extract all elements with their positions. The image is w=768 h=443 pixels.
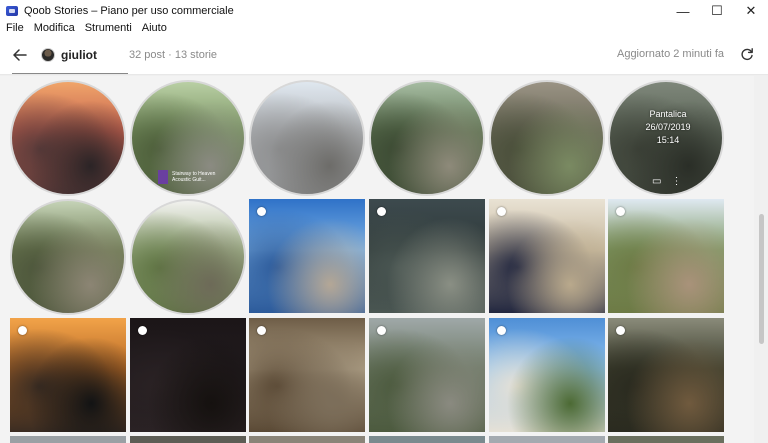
post-thumbnail[interactable] [130,436,246,443]
minimize-button[interactable]: — [666,0,700,22]
post-thumbnail[interactable] [249,318,365,432]
avatar [41,48,55,62]
menu-file[interactable]: File [0,22,29,34]
menu-tools[interactable]: Strumenti [80,22,137,34]
select-indicator[interactable] [497,207,506,216]
select-indicator[interactable] [257,207,266,216]
last-updated: Aggiornato 2 minuti fa [616,48,724,60]
post-thumbnail[interactable] [369,318,485,432]
location-overlay: Pantalica 26/07/2019 15:14 [610,108,722,147]
select-indicator[interactable] [138,326,147,335]
post-thumbnail[interactable] [489,318,605,432]
post-thumbnail[interactable] [10,318,126,432]
select-indicator[interactable] [18,326,27,335]
story-thumbnail[interactable] [10,199,126,315]
post-thumbnail[interactable] [608,318,724,432]
music-caption: Stairway to Heaven Acoustic Guit... [158,168,228,186]
post-thumbnail[interactable] [489,199,605,313]
date-label: 26/07/2019 [645,122,691,132]
post-thumbnail[interactable] [249,199,365,313]
media-grid[interactable]: Stairway to Heaven Acoustic Guit... Pant… [0,76,768,443]
select-indicator[interactable] [377,326,386,335]
post-thumbnail[interactable] [608,436,724,443]
story-thumbnail[interactable]: Stairway to Heaven Acoustic Guit... [130,80,246,196]
post-thumbnail[interactable] [369,199,485,313]
username: giuliot [61,48,97,62]
post-thumbnail[interactable] [10,436,126,443]
story-thumbnail[interactable] [130,199,246,315]
story-thumbnail[interactable] [489,80,605,196]
back-button[interactable] [10,45,30,65]
close-button[interactable]: ✕ [734,0,768,22]
vertical-scrollbar[interactable] [754,76,768,443]
post-thumbnail[interactable] [489,436,605,443]
refresh-button[interactable] [738,45,756,63]
window-title: Qoob Stories – Piano per uso commerciale [24,5,234,17]
select-indicator[interactable] [616,207,625,216]
story-thumbnail[interactable] [369,80,485,196]
post-thumbnail[interactable] [130,318,246,432]
post-thumbnail[interactable] [369,436,485,443]
window-controls: — ☐ ✕ [666,0,768,22]
location-label: Pantalica [649,109,687,119]
story-actions: ▭ ⋮ [652,176,681,187]
menu-help[interactable]: Aiuto [137,22,172,34]
post-thumbnail[interactable] [249,436,365,443]
profile-toolbar: giuliot 32 post · 13 storie Aggiornato 2… [0,36,768,74]
story-thumbnail[interactable] [249,80,365,196]
time-label: 15:14 [656,135,680,145]
maximize-button[interactable]: ☐ [700,0,734,22]
arrow-left-icon [13,49,27,61]
scrollbar-thumb[interactable] [759,214,764,344]
music-caption-text: Stairway to Heaven Acoustic Guit... [172,171,216,183]
album-thumbnail [158,170,169,184]
select-indicator[interactable] [616,326,625,335]
title-bar: Qoob Stories – Piano per uso commerciale… [0,0,768,22]
select-indicator[interactable] [497,326,506,335]
story-thumbnail[interactable]: Pantalica 26/07/2019 15:14 ▭ ⋮ [608,80,724,196]
select-indicator[interactable] [377,207,386,216]
refresh-icon [741,48,753,61]
post-story-counts: 32 post · 13 storie [129,49,218,61]
folder-icon[interactable]: ▭ [652,176,661,187]
app-icon [6,6,18,16]
menu-edit[interactable]: Modifica [29,22,80,34]
more-icon[interactable]: ⋮ [671,176,681,187]
story-thumbnail[interactable] [10,80,126,196]
menu-bar: File Modifica Strumenti Aiuto [0,20,172,36]
select-indicator[interactable] [257,326,266,335]
post-thumbnail[interactable] [608,199,724,313]
